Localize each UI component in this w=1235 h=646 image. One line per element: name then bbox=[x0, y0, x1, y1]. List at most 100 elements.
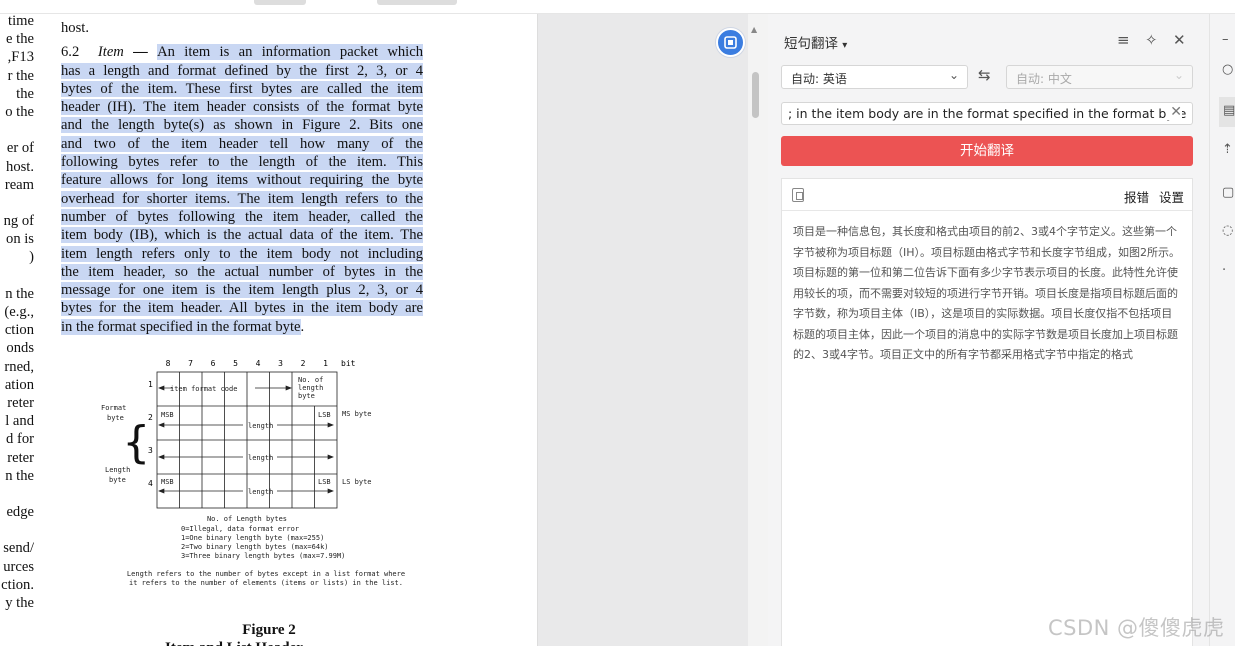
help-icon[interactable]: ◌ bbox=[1222, 223, 1233, 238]
left-fragment: ction. bbox=[1, 576, 34, 593]
selected-text[interactable]: item body (IB), which is the actual data… bbox=[61, 227, 423, 244]
section-first-line: 6.2 Item — An item is an information pac… bbox=[61, 43, 423, 61]
selected-text[interactable]: item length refers only to the item body… bbox=[61, 245, 423, 262]
format-byte-label: Format bbox=[101, 404, 126, 412]
source-text-value: ; in the item body are in the format spe… bbox=[788, 106, 1187, 121]
paragraph-line: number of bytes following the item heade… bbox=[61, 208, 423, 226]
clear-input-icon[interactable]: ✕ bbox=[1166, 104, 1182, 120]
top-toolbar-strip bbox=[0, 0, 1235, 14]
toolbar-tab[interactable] bbox=[254, 0, 306, 5]
bit-number: 2 bbox=[301, 359, 306, 368]
toolbar-tab[interactable] bbox=[377, 0, 457, 5]
start-translate-button[interactable]: 开始翻译 bbox=[781, 136, 1193, 166]
paragraph-line: following bytes refer to the length of t… bbox=[61, 153, 423, 171]
selected-text[interactable]: header (IH). The item header consists of… bbox=[61, 99, 423, 116]
left-fragment: send/ bbox=[3, 540, 34, 557]
swap-languages-icon[interactable]: ⇆ bbox=[978, 66, 991, 84]
search-icon[interactable]: ○ bbox=[1222, 62, 1233, 77]
paragraph-line: item body (IB), which is the actual data… bbox=[61, 226, 423, 244]
length-label: length bbox=[248, 488, 273, 496]
upload-icon[interactable]: ⇡ bbox=[1222, 142, 1233, 157]
target-language-value: 自动: 中文 bbox=[1016, 72, 1072, 86]
selected-text[interactable]: bytes for the item header. All bytes in … bbox=[61, 300, 423, 317]
length-label: length bbox=[248, 454, 273, 462]
source-text-input[interactable]: ; in the item body are in the format spe… bbox=[781, 102, 1193, 125]
more-icon[interactable]: · bbox=[1222, 263, 1226, 278]
selected-text[interactable]: and two of the item header tell how many… bbox=[61, 135, 423, 152]
source-language-value: 自动: 英语 bbox=[791, 72, 847, 86]
panel-title-text: 短句翻译 bbox=[784, 36, 838, 52]
figure-note: No. of Length bytes bbox=[207, 515, 287, 523]
bit-number: 1 bbox=[323, 359, 328, 368]
report-error-link[interactable]: 报错 bbox=[1124, 187, 1149, 206]
close-icon[interactable]: ✕ bbox=[1173, 31, 1186, 49]
minimize-icon[interactable]: – bbox=[1222, 32, 1229, 47]
settings-link[interactable]: 设置 bbox=[1159, 187, 1184, 206]
result-header: 报错 设置 bbox=[782, 179, 1192, 211]
left-fragment: e the bbox=[6, 31, 34, 48]
row-number: 1 bbox=[148, 380, 153, 389]
selected-text[interactable]: number of bytes following the item heade… bbox=[61, 208, 423, 225]
ls-byte-label: LS byte bbox=[342, 478, 372, 486]
paragraph-line: overhead for shorter items. The item len… bbox=[61, 190, 423, 208]
left-fragment: edge bbox=[6, 504, 34, 521]
target-language-select[interactable]: 自动: 中文 ⌄ bbox=[1006, 65, 1193, 89]
bit-number: 8 bbox=[166, 359, 171, 368]
pin-icon[interactable]: ✧ bbox=[1145, 31, 1158, 49]
scroll-up-icon[interactable]: ▲ bbox=[751, 25, 757, 34]
left-fragment: er of bbox=[6, 140, 34, 157]
document-body: host. 6.2 Item — An item is an informati… bbox=[61, 19, 423, 336]
bit-number: 4 bbox=[256, 359, 261, 368]
translation-result-text: 项目是一种信息包，其长度和格式由项目的前2、3或4个字节定义。这些第一个字节被称… bbox=[793, 225, 1181, 361]
paragraph-line: feature allows for long items without re… bbox=[61, 171, 423, 189]
left-fragment: ction bbox=[4, 322, 34, 339]
section-number: 6.2 bbox=[61, 44, 80, 61]
left-fragment: reter bbox=[7, 394, 34, 411]
bit-number: 3 bbox=[278, 359, 283, 368]
paragraph-line: has a length and format defined by the f… bbox=[61, 62, 423, 80]
lsb-label: LSB bbox=[318, 411, 331, 419]
figure-note: 1=One binary length byte (max=255) bbox=[181, 534, 324, 542]
left-fragment: n the bbox=[5, 467, 34, 484]
left-fragment: ation bbox=[4, 376, 34, 393]
menu-icon[interactable]: ≡ bbox=[1117, 31, 1130, 49]
chevron-down-icon: ▾ bbox=[842, 40, 848, 51]
lsb-label: LSB bbox=[318, 478, 331, 486]
viewer-gutter bbox=[538, 14, 748, 646]
selected-text[interactable]: bytes of the item. These first bytes are… bbox=[61, 80, 423, 97]
panel-title[interactable]: 短句翻译 ▾ bbox=[784, 32, 847, 52]
msb-label: MSB bbox=[161, 411, 174, 419]
brace-glyph: { bbox=[123, 417, 150, 468]
left-fragment: ) bbox=[29, 249, 34, 266]
left-fragment: reter bbox=[7, 449, 34, 466]
left-fragment: urces bbox=[3, 558, 34, 575]
paragraph-line: bytes of the item. These first bytes are… bbox=[61, 80, 423, 98]
document-icon[interactable]: ▢ bbox=[1222, 185, 1234, 200]
left-fragment bbox=[0, 194, 34, 212]
figure-notes: No. of Length bytes 0=Illegal, data forma… bbox=[127, 515, 405, 587]
copy-icon[interactable] bbox=[792, 188, 804, 202]
selected-text[interactable]: message for one item is the item length … bbox=[61, 282, 423, 299]
translate-icon[interactable]: ▤ bbox=[1223, 103, 1235, 118]
selected-text[interactable]: overhead for shorter items. The item len… bbox=[61, 190, 423, 207]
paragraph-line: and the length byte(s) as shown in Figur… bbox=[61, 116, 423, 134]
selected-paragraph[interactable]: has a length and format defined by the f… bbox=[61, 62, 423, 336]
section-heading: Item bbox=[97, 44, 124, 61]
figure-note: Length refers to the number of bytes exc… bbox=[127, 570, 405, 578]
figure-note: it refers to the number of elements (ite… bbox=[129, 579, 403, 587]
selected-text[interactable]: An item is an information packet which bbox=[157, 44, 423, 61]
figure-note: 0=Illegal, data format error bbox=[181, 525, 299, 533]
selected-text[interactable]: feature allows for long items without re… bbox=[61, 172, 423, 189]
paragraph-line: the item header, so the actual number of… bbox=[61, 263, 423, 281]
format-byte-label: byte bbox=[107, 414, 124, 422]
selected-text[interactable]: following bytes refer to the length of t… bbox=[61, 154, 423, 171]
left-fragment: ,F13 bbox=[7, 49, 34, 66]
selected-text[interactable]: in the format specified in the format by… bbox=[61, 318, 301, 335]
translate-plugin-icon[interactable] bbox=[716, 28, 745, 57]
bit-number: 5 bbox=[233, 359, 238, 368]
source-language-select[interactable]: 自动: 英语 ⌄ bbox=[781, 65, 968, 89]
selected-text[interactable]: the item header, so the actual number of… bbox=[61, 263, 423, 280]
selected-text[interactable]: and the length byte(s) as shown in Figur… bbox=[61, 117, 423, 134]
scrollbar-thumb[interactable] bbox=[752, 72, 759, 118]
selected-text[interactable]: has a length and format defined by the f… bbox=[61, 62, 423, 79]
